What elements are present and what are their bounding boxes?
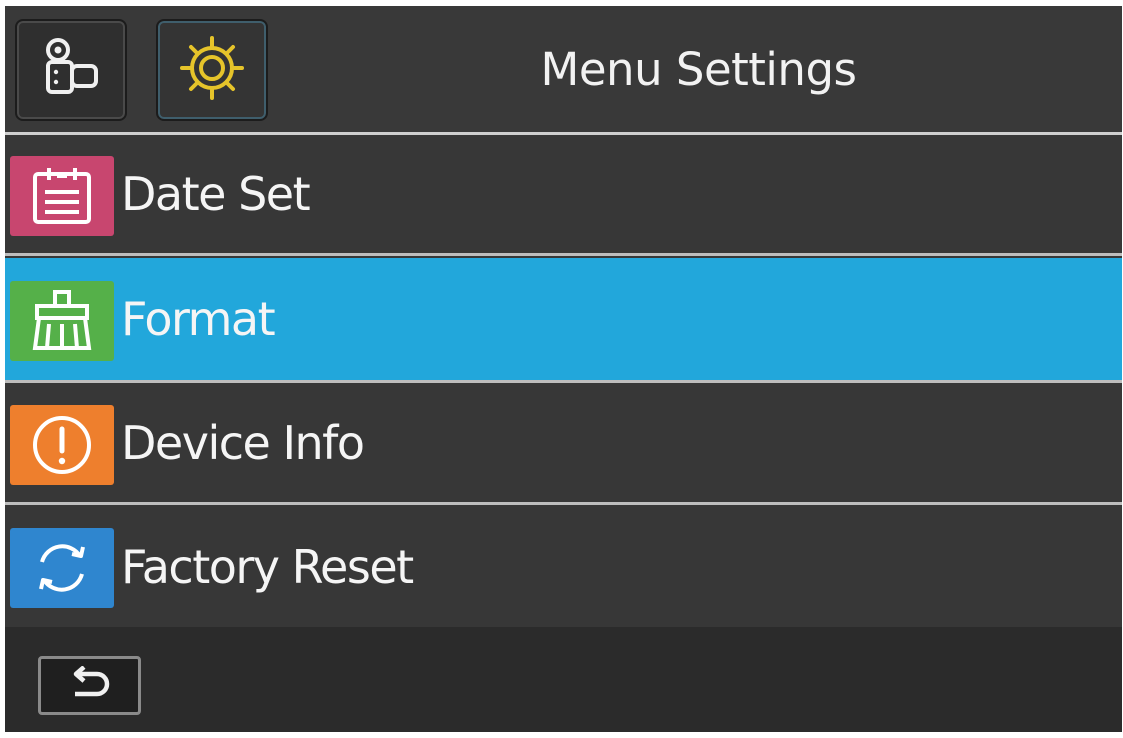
video-mode-tab[interactable] xyxy=(15,19,127,121)
menu-item-factory-reset[interactable]: Factory Reset xyxy=(5,506,1122,627)
settings-tab[interactable] xyxy=(156,19,268,121)
menu-item-label: Device Info xyxy=(121,416,365,470)
menu-settings-screen: Menu Settings Date Set Format Device Inf… xyxy=(5,6,1122,732)
menu-item-device-info[interactable]: Device Info xyxy=(5,384,1122,502)
back-arrow-icon xyxy=(65,664,115,706)
menu-item-label: Factory Reset xyxy=(121,539,414,594)
menu-item-label: Format xyxy=(121,292,276,346)
gear-icon xyxy=(177,33,247,107)
broom-icon xyxy=(10,281,114,361)
menu-item-label: Date Set xyxy=(121,166,311,221)
back-button[interactable] xyxy=(38,656,141,715)
divider xyxy=(5,380,1122,383)
page-title: Menu Settings xyxy=(540,42,857,96)
video-camera-icon xyxy=(39,36,103,104)
menu-item-date-set[interactable]: Date Set xyxy=(5,136,1122,251)
divider xyxy=(5,132,1122,135)
reset-icon xyxy=(10,528,114,608)
info-alert-icon xyxy=(10,405,114,485)
divider xyxy=(5,502,1122,505)
calendar-icon xyxy=(10,156,114,236)
footer-bar xyxy=(5,627,1122,732)
menu-item-format[interactable]: Format xyxy=(5,258,1122,380)
header-bar: Menu Settings xyxy=(5,6,1122,132)
divider xyxy=(5,253,1122,256)
